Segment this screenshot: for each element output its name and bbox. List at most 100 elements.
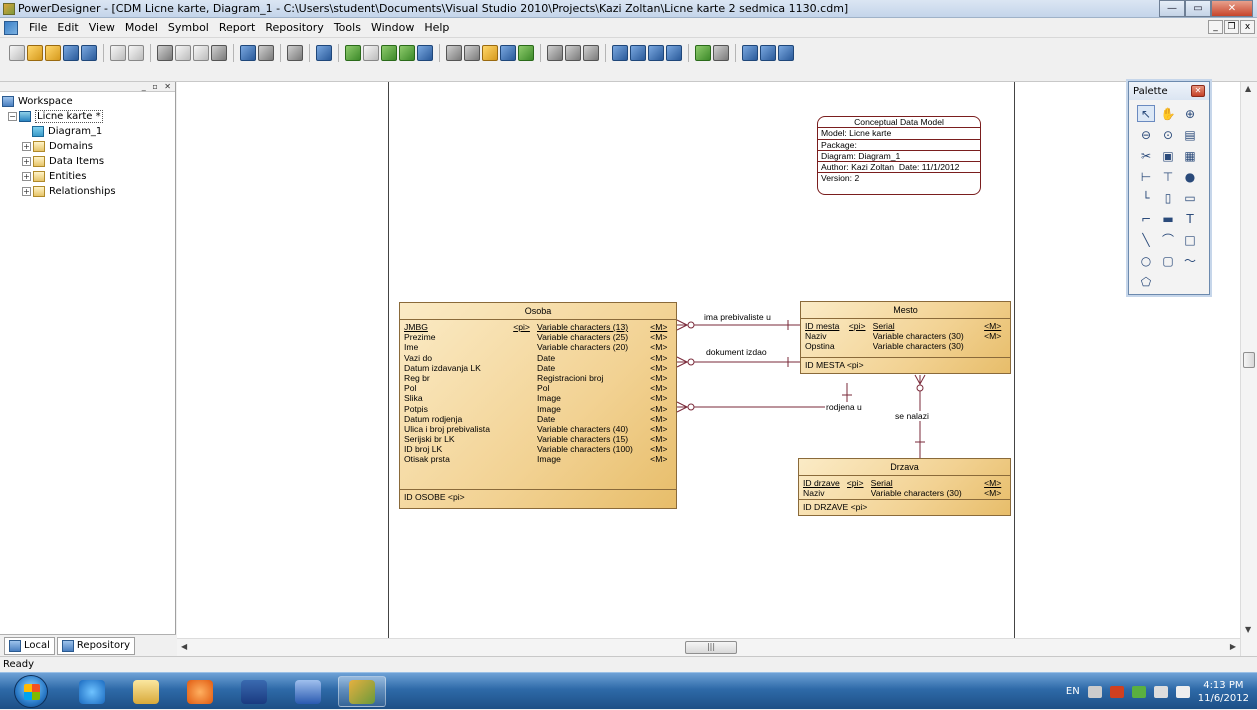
attribute-row[interactable]: Prezime Variable characters (25) <M> xyxy=(404,332,672,342)
menu-view[interactable]: View xyxy=(84,21,120,34)
horizontal-scroll-thumb[interactable]: ||| xyxy=(685,641,737,654)
compare-icon[interactable] xyxy=(417,45,433,61)
link-tool-icon[interactable]: ⌐ xyxy=(1137,210,1155,227)
attribute-row[interactable]: ID broj LK Variable characters (100) <M> xyxy=(404,444,672,454)
help-icon[interactable] xyxy=(316,45,332,61)
grabber-icon[interactable]: ✋ xyxy=(1159,105,1177,122)
rounded-rect-tool-icon[interactable]: ▢ xyxy=(1159,252,1177,269)
line-tool-icon[interactable]: ╲ xyxy=(1137,231,1155,248)
line-style-icon[interactable] xyxy=(482,45,498,61)
vertical-scroll-thumb[interactable] xyxy=(1243,352,1255,368)
taskbar-powerdesigner[interactable] xyxy=(338,676,386,707)
report-preview-icon[interactable] xyxy=(648,45,664,61)
expand-icon[interactable]: + xyxy=(22,142,31,151)
expand-icon[interactable]: + xyxy=(22,172,31,181)
scroll-down-icon[interactable]: ▼ xyxy=(1245,625,1251,634)
generate-pdm-icon[interactable] xyxy=(381,45,397,61)
entity-tool-icon[interactable]: ▦ xyxy=(1181,147,1199,164)
print-preview-icon[interactable] xyxy=(110,45,126,61)
close-button[interactable]: ✕ xyxy=(1211,0,1253,17)
ellipse-tool-icon[interactable]: ○ xyxy=(1137,252,1155,269)
attribute-row[interactable]: ID mesta <pi> Serial <M> xyxy=(805,321,1006,331)
tree-folder-data-items[interactable]: + Data Items xyxy=(2,154,175,169)
taskbar-word[interactable] xyxy=(284,676,332,707)
attribute-row[interactable]: Serijski br LK Variable characters (15) <M… xyxy=(404,434,672,444)
tree-folder-entities[interactable]: + Entities xyxy=(2,169,175,184)
attribute-row[interactable]: Pol Pol <M> xyxy=(404,383,672,393)
menu-edit[interactable]: Edit xyxy=(52,21,83,34)
file-icon[interactable]: ▯ xyxy=(1159,189,1177,206)
note-icon[interactable]: ▭ xyxy=(1181,189,1199,206)
attribute-row[interactable]: Naziv Variable characters (30) <M> xyxy=(805,331,1006,341)
forward-icon[interactable] xyxy=(583,45,599,61)
report-list-icon[interactable] xyxy=(630,45,646,61)
zoom-in-icon[interactable]: ⊕ xyxy=(1181,105,1199,122)
rel-label-dokument-izdao[interactable]: dokument izdao xyxy=(705,347,768,357)
attribute-row[interactable]: ID drzave <pi> Serial <M> xyxy=(803,478,1006,488)
taskbar-ie[interactable] xyxy=(68,676,116,707)
expand-icon[interactable]: + xyxy=(22,157,31,166)
entity-drzava[interactable]: Drzava ID drzave <pi> Serial <M> Naziv Variab… xyxy=(798,458,1011,516)
redo-icon[interactable] xyxy=(258,45,274,61)
menu-repository[interactable]: Repository xyxy=(260,21,329,34)
entity-osoba[interactable]: Osoba JMBG <pi> Variable characters (13) <M… xyxy=(399,302,677,509)
network-icon[interactable] xyxy=(1153,685,1168,698)
doc-minimize-button[interactable]: _ xyxy=(1208,20,1223,34)
output-icon[interactable] xyxy=(713,45,729,61)
title-tool-icon[interactable]: ▬ xyxy=(1159,210,1177,227)
polygon-tool-icon[interactable]: ⬠ xyxy=(1137,273,1155,290)
attribute-row[interactable]: Reg br Registracioni broj <M> xyxy=(404,373,672,383)
taskbar-save-app[interactable] xyxy=(230,676,278,707)
undo-icon[interactable] xyxy=(240,45,256,61)
association-link-icon[interactable]: └ xyxy=(1137,189,1155,206)
doc-restore-button[interactable]: ❐ xyxy=(1224,20,1239,34)
attribute-row[interactable]: JMBG <pi> Variable characters (13) <M> xyxy=(404,322,672,332)
model-info-box[interactable]: Conceptual Data Model Model: Licne karte… xyxy=(817,116,981,195)
scroll-right-icon[interactable]: ▶ xyxy=(1230,642,1236,651)
rectangle-tool-icon[interactable]: □ xyxy=(1181,231,1199,248)
properties-icon[interactable]: ▤ xyxy=(1181,126,1199,143)
menu-symbol[interactable]: Symbol xyxy=(163,21,214,34)
vertical-scrollbar[interactable]: ▲ ▼ xyxy=(1240,82,1257,656)
update-icon[interactable] xyxy=(399,45,415,61)
security-icon[interactable] xyxy=(1131,685,1146,698)
antivirus-icon[interactable] xyxy=(1109,685,1124,698)
menu-window[interactable]: Window xyxy=(366,21,419,34)
tree-folder-relationships[interactable]: + Relationships xyxy=(2,184,175,199)
fill-icon[interactable] xyxy=(500,45,516,61)
tree-model[interactable]: − Licne karte * xyxy=(2,109,175,124)
attribute-row[interactable]: Ulica i broj prebivalista Variable charac… xyxy=(404,424,672,434)
report-icon[interactable] xyxy=(612,45,628,61)
polyline-tool-icon[interactable]: 〜 xyxy=(1181,252,1199,269)
keyboard-icon[interactable] xyxy=(1087,685,1102,698)
volume-icon[interactable] xyxy=(1175,685,1190,698)
scroll-up-icon[interactable]: ▲ xyxy=(1245,84,1251,93)
rel-label-ima-prebivaliste-u[interactable]: ima prebivaliste u xyxy=(703,312,772,322)
back-icon[interactable] xyxy=(565,45,581,61)
save-all-icon[interactable] xyxy=(81,45,97,61)
expand-icon[interactable]: + xyxy=(22,187,31,196)
open-icon[interactable] xyxy=(45,45,61,61)
palette-close-button[interactable]: ✕ xyxy=(1191,85,1205,97)
scroll-left-icon[interactable]: ◀ xyxy=(181,642,187,651)
taskbar-explorer[interactable] xyxy=(122,676,170,707)
tree-folder-domains[interactable]: + Domains xyxy=(2,139,175,154)
paste-icon[interactable] xyxy=(193,45,209,61)
collapse-icon[interactable]: − xyxy=(8,112,17,121)
arc-tool-icon[interactable]: ⌒ xyxy=(1159,231,1177,248)
pointer-icon[interactable]: ↖ xyxy=(1137,105,1155,122)
relationship-tool-icon[interactable]: ⊢ xyxy=(1137,168,1155,185)
attribute-row[interactable]: Naziv Variable characters (30) <M> xyxy=(803,488,1006,498)
inheritance-tool-icon[interactable]: ⊤ xyxy=(1159,168,1177,185)
new-icon[interactable] xyxy=(9,45,25,61)
attribute-row[interactable]: Datum rodjenja Date <M> xyxy=(404,414,672,424)
font-icon[interactable] xyxy=(518,45,534,61)
package-icon[interactable]: ▣ xyxy=(1159,147,1177,164)
print-icon[interactable] xyxy=(128,45,144,61)
copy-icon[interactable] xyxy=(175,45,191,61)
check-model-icon[interactable] xyxy=(345,45,361,61)
tree-workspace[interactable]: Workspace xyxy=(2,94,175,109)
generate-icon[interactable] xyxy=(363,45,379,61)
attribute-row[interactable]: Ime Variable characters (20) <M> xyxy=(404,342,672,352)
language-indicator[interactable]: EN xyxy=(1066,686,1080,697)
